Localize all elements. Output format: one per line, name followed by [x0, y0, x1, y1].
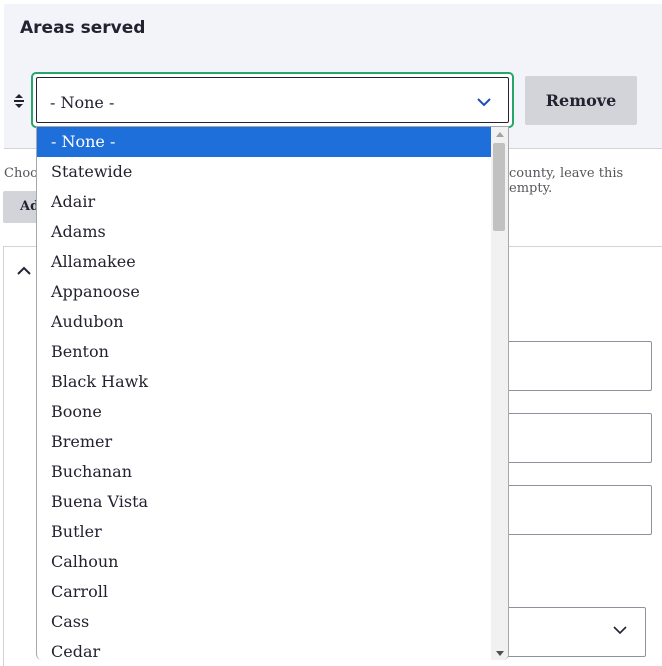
scroll-up-arrow-icon[interactable]	[496, 132, 504, 137]
remove-button[interactable]: Remove	[525, 76, 637, 125]
dropdown-option[interactable]: Boone	[37, 397, 492, 427]
dropdown-scrollbar[interactable]	[491, 127, 508, 660]
dropdown-option[interactable]: Adair	[37, 187, 492, 217]
dropdown-option[interactable]: Carroll	[37, 577, 492, 607]
text-field[interactable]	[505, 485, 652, 535]
chevron-down-icon	[612, 622, 628, 638]
dropdown-option[interactable]: Cass	[37, 607, 492, 637]
drag-handle-icon[interactable]	[14, 93, 24, 109]
chevron-up-icon[interactable]	[16, 263, 32, 279]
dropdown-option[interactable]: - None -	[37, 127, 492, 157]
dropdown-option[interactable]: Cedar	[37, 637, 492, 660]
area-select-value: - None -	[50, 93, 115, 112]
chevron-down-icon	[476, 94, 492, 110]
dropdown-option[interactable]: Bremer	[37, 427, 492, 457]
fieldset-header: Areas served	[4, 4, 662, 52]
scrollbar-thumb[interactable]	[493, 143, 505, 231]
dropdown-option[interactable]: Adams	[37, 217, 492, 247]
section-title: Areas served	[20, 18, 146, 38]
dropdown-options: - None - Statewide Adair Adams Allamakee Appa…	[37, 127, 492, 660]
area-dropdown-list[interactable]: - None - Statewide Adair Adams Allamakee Appa…	[36, 126, 509, 660]
dropdown-option[interactable]: Appanoose	[37, 277, 492, 307]
dropdown-option[interactable]: Buchanan	[37, 457, 492, 487]
dropdown-option[interactable]: Benton	[37, 337, 492, 367]
dropdown-option[interactable]: Black Hawk	[37, 367, 492, 397]
scroll-down-arrow-icon[interactable]	[496, 651, 504, 656]
help-text-end: county, leave this empty.	[509, 166, 624, 196]
dropdown-option[interactable]: Statewide	[37, 157, 492, 187]
text-field[interactable]	[505, 341, 652, 391]
dropdown-option[interactable]: Audubon	[37, 307, 492, 337]
dropdown-option[interactable]: Buena Vista	[37, 487, 492, 517]
dropdown-option[interactable]: Calhoun	[37, 547, 492, 577]
text-field[interactable]	[505, 413, 652, 463]
dropdown-option[interactable]: Butler	[37, 517, 492, 547]
area-select[interactable]: - None -	[31, 72, 514, 128]
dropdown-option[interactable]: Allamakee	[37, 247, 492, 277]
area-select-box[interactable]: - None -	[36, 77, 509, 123]
